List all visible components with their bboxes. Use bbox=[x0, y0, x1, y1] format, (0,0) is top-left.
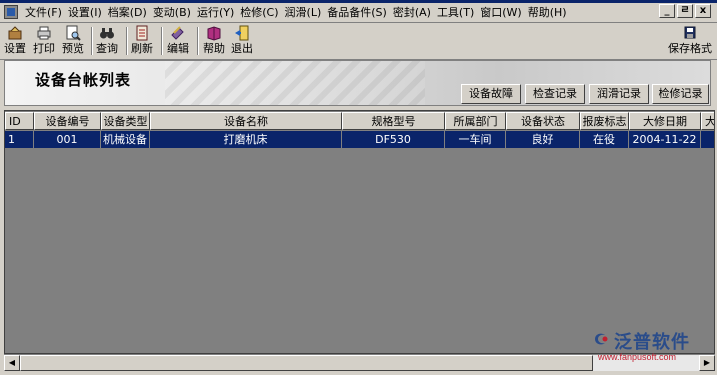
exit-button[interactable]: 退出 bbox=[231, 25, 253, 57]
equipment-fault-button[interactable]: 设备故障 bbox=[461, 84, 521, 104]
menu-bar: 文件(F) 设置(I) 档案(D) 变动(B) 运行(Y) 检修(C) 润滑(L… bbox=[0, 3, 717, 23]
help-label: 帮助 bbox=[203, 42, 225, 55]
column-header-scrap-flag[interactable]: 报废标志 bbox=[580, 112, 629, 130]
settings-icon bbox=[6, 25, 24, 41]
settings-label: 设置 bbox=[4, 42, 26, 55]
toolbar-separator bbox=[161, 27, 163, 55]
printer-icon bbox=[35, 25, 53, 41]
toolbar: 设置 打印 预览 查询 刷新 编辑 帮助 退出 保存格式 bbox=[0, 23, 717, 60]
print-label: 打印 bbox=[33, 42, 55, 55]
preview-button[interactable]: 预览 bbox=[62, 25, 84, 57]
edit-button[interactable]: 编辑 bbox=[167, 25, 189, 57]
column-header-id[interactable]: ID bbox=[5, 112, 34, 130]
menu-operation[interactable]: 运行(Y) bbox=[196, 4, 239, 21]
column-header-equipment-name[interactable]: 设备名称 bbox=[150, 112, 342, 130]
menu-tools[interactable]: 工具(T) bbox=[436, 4, 479, 21]
query-button[interactable]: 查询 bbox=[96, 25, 118, 57]
equipment-table: ID 设备编号 设备类型 设备名称 规格型号 所属部门 设备状态 报废标志 大修… bbox=[4, 110, 715, 354]
toolbar-separator bbox=[126, 27, 128, 55]
toolbar-separator bbox=[197, 27, 199, 55]
menu-settings[interactable]: 设置(I) bbox=[67, 4, 107, 21]
watermark-url: www.fanpusoft.com bbox=[598, 352, 677, 362]
column-header-department[interactable]: 所属部门 bbox=[445, 112, 506, 130]
save-format-icon bbox=[681, 25, 699, 41]
menu-archive[interactable]: 档案(D) bbox=[107, 4, 152, 21]
watermark-name: 泛普软件 bbox=[614, 332, 690, 353]
menu-file[interactable]: 文件(F) bbox=[24, 4, 67, 21]
column-header-more[interactable]: 大 bbox=[701, 112, 714, 130]
menu-lubrication[interactable]: 润滑(L) bbox=[284, 4, 327, 21]
column-header-model[interactable]: 规格型号 bbox=[342, 112, 445, 130]
maintenance-record-button[interactable]: 检修记录 bbox=[652, 84, 709, 104]
scroll-left-icon[interactable]: ◀ bbox=[4, 355, 20, 371]
fanpu-logo-icon bbox=[595, 333, 608, 345]
scrollbar-thumb[interactable] bbox=[20, 355, 593, 371]
save-format-label: 保存格式 bbox=[668, 42, 712, 55]
cell-status[interactable]: 良好 bbox=[506, 131, 580, 149]
cell-model[interactable]: DF530 bbox=[342, 131, 445, 149]
menu-changes[interactable]: 变动(B) bbox=[152, 4, 196, 21]
app-icon[interactable] bbox=[4, 5, 18, 19]
preview-icon bbox=[64, 25, 82, 41]
help-book-icon bbox=[205, 25, 223, 41]
menu-seal[interactable]: 密封(A) bbox=[392, 4, 436, 21]
menu-list: 文件(F) 设置(I) 档案(D) 变动(B) 运行(Y) 检修(C) 润滑(L… bbox=[24, 4, 572, 21]
cell-equipment-name[interactable]: 打磨机床 bbox=[150, 131, 342, 149]
settings-button[interactable]: 设置 bbox=[4, 25, 26, 57]
binoculars-icon bbox=[98, 25, 116, 41]
exit-label: 退出 bbox=[231, 42, 253, 55]
column-header-status[interactable]: 设备状态 bbox=[506, 112, 580, 130]
cell-scrap-flag[interactable]: 在役 bbox=[580, 131, 629, 149]
menu-window[interactable]: 窗口(W) bbox=[479, 4, 526, 21]
panel-background-graphic bbox=[165, 61, 425, 105]
restore-button[interactable]: ㄹ bbox=[677, 4, 693, 18]
save-format-button[interactable]: 保存格式 bbox=[668, 25, 712, 57]
refresh-label: 刷新 bbox=[131, 42, 153, 55]
query-label: 查询 bbox=[96, 42, 118, 55]
print-button[interactable]: 打印 bbox=[33, 25, 55, 57]
preview-label: 预览 bbox=[62, 42, 84, 55]
column-header-equipment-type[interactable]: 设备类型 bbox=[101, 112, 150, 130]
cell-overhaul-date[interactable]: 2004-11-22 bbox=[629, 131, 701, 149]
lubrication-record-button[interactable]: 润滑记录 bbox=[589, 84, 649, 104]
cell-department[interactable]: 一车间 bbox=[445, 131, 506, 149]
exit-door-icon bbox=[233, 25, 251, 41]
edit-label: 编辑 bbox=[167, 42, 189, 55]
menu-help[interactable]: 帮助(H) bbox=[527, 4, 572, 21]
inspection-record-button[interactable]: 检查记录 bbox=[525, 84, 585, 104]
watermark: 泛普软件 www.fanpusoft.com bbox=[592, 328, 712, 368]
cell-id[interactable]: 1 bbox=[5, 131, 34, 149]
close-button[interactable]: x bbox=[695, 4, 711, 18]
refresh-button[interactable]: 刷新 bbox=[131, 25, 153, 57]
window-controls: _ ㄹ x bbox=[659, 4, 711, 18]
cell-more[interactable] bbox=[701, 131, 714, 149]
minimize-button[interactable]: _ bbox=[659, 4, 675, 18]
help-button[interactable]: 帮助 bbox=[203, 25, 225, 57]
list-title-panel: 设备台帐列表 设备故障 检查记录 润滑记录 检修记录 bbox=[4, 60, 711, 106]
cell-equipment-no[interactable]: 001 bbox=[34, 131, 101, 149]
refresh-icon bbox=[133, 25, 151, 41]
page-title: 设备台帐列表 bbox=[35, 71, 132, 89]
column-header-overhaul-date[interactable]: 大修日期 bbox=[629, 112, 701, 130]
column-header-equipment-no[interactable]: 设备编号 bbox=[34, 112, 101, 130]
menu-maintenance[interactable]: 检修(C) bbox=[239, 4, 283, 21]
cell-equipment-type[interactable]: 机械设备 bbox=[101, 131, 150, 149]
edit-icon bbox=[169, 25, 187, 41]
menu-spare-parts[interactable]: 备品备件(S) bbox=[326, 4, 392, 21]
toolbar-separator bbox=[91, 27, 93, 55]
